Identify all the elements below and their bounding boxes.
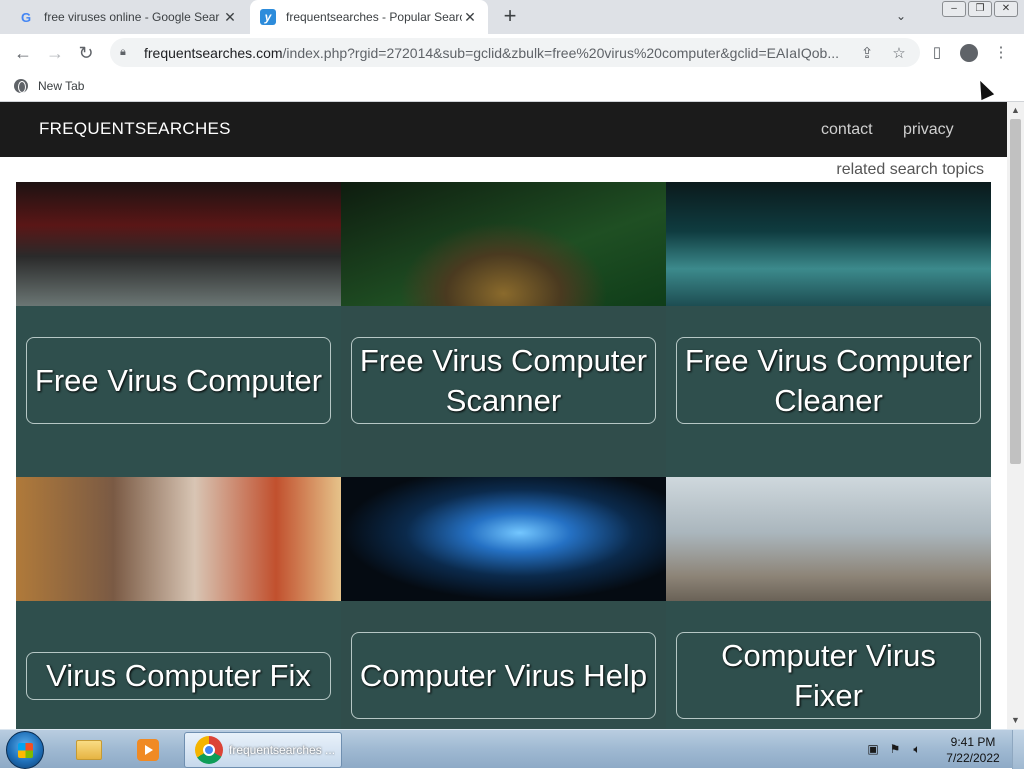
bookmark-star-icon[interactable]: ☆ [888,44,910,62]
taskbar-task-label: frequentsearches ... [229,743,336,757]
bookmarks-bar: New Tab [0,71,1024,102]
close-icon[interactable]: ✕ [222,9,238,26]
chevron-down-icon[interactable]: ⌄ [896,9,906,23]
url-text[interactable]: frequentsearches.com/index.php?rgid=2720… [144,45,846,61]
blue-light-streak-image [341,477,666,601]
taskbar-clock[interactable]: 9:41 PM 7/22/2022 [938,734,1008,766]
topic-card: Free Virus Computer Cleaner [666,182,991,477]
topic-button-free-virus-computer-scanner[interactable]: Free Virus Computer Scanner [351,337,656,424]
topic-button-virus-computer-fix[interactable]: Virus Computer Fix [26,652,331,700]
google-icon: G [20,9,32,25]
scroll-up-arrow-icon[interactable]: ▲ [1007,102,1024,119]
nav-contact-link[interactable]: contact [821,121,873,139]
topic-card: Free Virus Computer [16,182,341,477]
network-icon[interactable]: ▣ [866,742,880,756]
nav-privacy-link[interactable]: privacy [903,121,954,139]
lock-icon[interactable]: 🔒︎ [120,46,134,59]
new-tab-button[interactable]: + [498,5,522,29]
related-topics-label: related search topics [836,161,984,178]
window-controls: – ❐ ✕ [940,1,1018,17]
media-player-button[interactable] [132,735,164,765]
close-window-button[interactable]: ✕ [994,1,1018,17]
tab-title: free viruses online - Google Sear [44,10,220,24]
bookmark-label: New Tab [38,79,85,93]
taskbar-chrome-window[interactable]: frequentsearches ... [184,732,342,768]
page-scrollbar[interactable]: ▲ ▼ [1007,102,1024,729]
side-panel-icon[interactable]: ▯ [926,42,948,64]
system-tray: ▣ ⚑ 🔈︎ [866,742,924,756]
topic-button-computer-virus-fixer[interactable]: Computer Virus Fixer [676,632,981,719]
site-header: FREQUENTSEARCHES contact privacy [0,102,1007,157]
site-logo[interactable]: FREQUENTSEARCHES [39,119,231,139]
restore-button[interactable]: ❐ [968,1,992,17]
action-center-flag-icon[interactable]: ⚑ [888,742,902,756]
address-bar[interactable]: 🔒︎ frequentsearches.com/index.php?rgid=2… [110,38,920,67]
minimize-button[interactable]: – [942,1,966,17]
tab-strip: G free viruses online - Google Sear ✕ y … [0,0,1024,34]
topic-card: Computer Virus Help [341,477,666,729]
tab-title: frequentsearches - Popular Searc [286,10,462,24]
media-player-icon [137,739,159,761]
padlock-circuit-image [341,182,666,306]
topic-button-computer-virus-help[interactable]: Computer Virus Help [351,632,656,719]
tab-google-search[interactable]: G free viruses online - Google Sear ✕ [8,0,248,34]
file-explorer-button[interactable] [73,735,105,765]
circuit-board-image [666,182,991,306]
scroll-thumb[interactable] [1010,119,1021,464]
tab-frequentsearches[interactable]: y frequentsearches - Popular Searc ✕ [250,0,488,34]
folder-icon [76,740,102,760]
topic-card: Virus Computer Fix [16,477,341,729]
topic-card: Computer Virus Fixer [666,477,991,729]
menu-kebab-icon[interactable]: ⋮ [990,42,1012,64]
person-icon [960,44,978,62]
browser-toolbar: ← → ↻ 🔒︎ frequentsearches.com/index.php?… [0,34,1024,71]
clock-date: 7/22/2022 [946,751,1000,765]
topic-card: Free Virus Computer Scanner [341,182,666,477]
web-page: FREQUENTSEARCHES contact privacy related… [0,102,1007,729]
topic-button-free-virus-computer[interactable]: Free Virus Computer [26,337,331,424]
scroll-down-arrow-icon[interactable]: ▼ [1007,712,1024,729]
volume-icon[interactable]: 🔈︎ [910,742,924,756]
store-shelf-image [16,477,341,601]
forward-arrow-icon[interactable]: → [44,42,66,64]
share-icon[interactable]: ⇪ [856,44,878,62]
reload-icon[interactable]: ↻ [75,42,97,64]
windows-logo-icon [18,743,33,758]
clock-time: 9:41 PM [950,735,996,749]
close-icon[interactable]: ✕ [462,9,478,26]
globe-icon [14,79,28,93]
profile-avatar[interactable] [958,42,980,64]
start-button[interactable] [6,731,44,769]
taskbar: frequentsearches ... ▣ ⚑ 🔈︎ 9:41 PM 7/22… [0,729,1024,769]
chrome-icon [195,736,223,764]
keyboard-chains-image [16,182,341,306]
laptop-phone-image [666,477,991,601]
back-arrow-icon[interactable]: ← [12,42,34,64]
site-y-icon: y [260,9,276,25]
bookmark-new-tab[interactable]: New Tab [14,79,84,93]
show-desktop-button[interactable] [1012,730,1024,769]
topic-button-free-virus-computer-cleaner[interactable]: Free Virus Computer Cleaner [676,337,981,424]
